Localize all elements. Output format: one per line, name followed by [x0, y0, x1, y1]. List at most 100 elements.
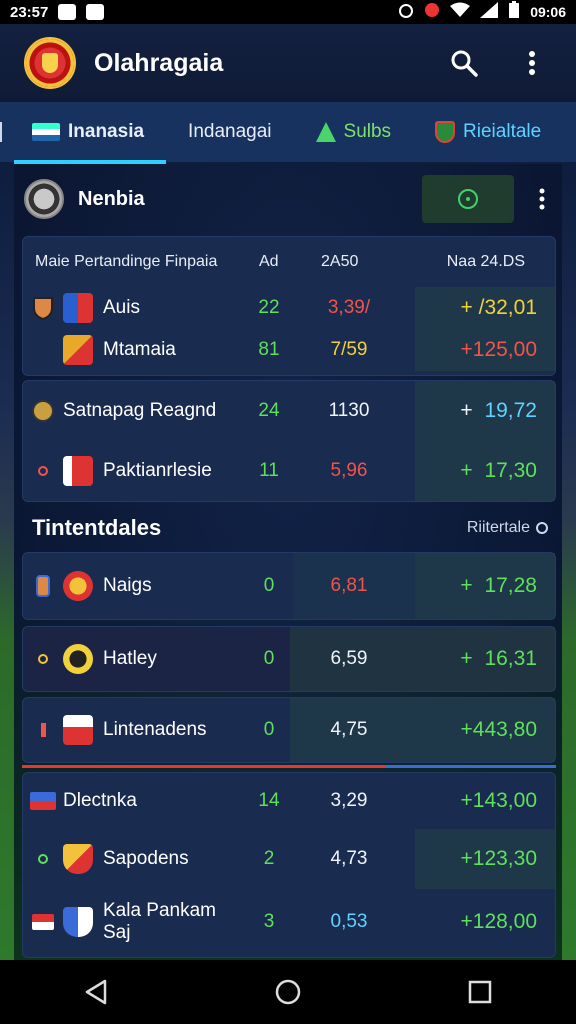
- alarm-icon: [398, 2, 414, 22]
- column-header-1: Ad: [259, 253, 279, 270]
- tab-sulbs[interactable]: Sulbs: [294, 102, 414, 162]
- tab-indanagai[interactable]: Indanagai: [166, 102, 293, 162]
- team-name: Lintenadens: [103, 719, 207, 740]
- row-value-1: 0: [263, 648, 275, 669]
- league-header: Nenbia: [24, 170, 552, 228]
- system-navigation-bar: [0, 960, 576, 1024]
- alert-marker-icon: [40, 723, 46, 737]
- table-row[interactable]: Dlectnka 14 3,29 +143,00: [23, 773, 555, 829]
- team-logo: [63, 456, 93, 486]
- table-row[interactable]: Naigs 0 6,81 + 17,28: [23, 553, 555, 619]
- tab-inanasia[interactable]: Inanasia: [10, 102, 167, 164]
- match-table-4: Dlectnka 14 3,29 +143,00 Sapodens 2 4,73…: [22, 772, 556, 958]
- match-card: Lintenadens 0 4,75 +443,80: [22, 697, 556, 763]
- row-value-2: 6,81: [330, 575, 368, 596]
- league-name: Nenbia: [78, 187, 145, 210]
- flag-icon: [30, 792, 56, 810]
- table-row[interactable]: Sapodens 2 4,73 +123,30: [23, 829, 555, 889]
- tab-label: Rieialtale: [463, 121, 542, 142]
- shield-icon: [435, 121, 456, 143]
- recents-square-icon: [468, 980, 492, 1004]
- league-menu-button[interactable]: [532, 179, 552, 219]
- club-crest-icon: [33, 297, 53, 320]
- match-card: Naigs 0 6,81 + 17,28: [22, 552, 556, 620]
- row-value-3: +125,00: [460, 338, 538, 361]
- row-lead: [23, 792, 63, 810]
- status-dot-icon: [38, 654, 48, 664]
- row-value-3: + 17,28: [460, 574, 537, 597]
- status-time-right: 09:06: [530, 4, 566, 20]
- league-logo: [24, 179, 64, 219]
- live-indicator-icon: [458, 189, 478, 209]
- row-lead: [23, 723, 63, 737]
- app-notification-icon: [424, 2, 440, 22]
- row-lead: [23, 854, 63, 864]
- row-value-2: 5,96: [330, 460, 368, 481]
- stadium-background-right: [562, 160, 576, 962]
- team-name: Dlectnka: [63, 790, 137, 811]
- check-notification-icon: [86, 4, 105, 20]
- row-value-3: + 16,31: [460, 647, 537, 670]
- spade-icon: [315, 122, 336, 142]
- club-crest-icon: [32, 400, 54, 422]
- section-header: Tintentdales Riitertale: [32, 510, 548, 546]
- table-row[interactable]: Paktianrlesie 11 5,96 + 17,30: [23, 441, 555, 501]
- tab-rieialtale[interactable]: Rieialtale: [413, 102, 563, 162]
- table-row[interactable]: Auis 22 3,39/ + /32,01: [23, 287, 555, 329]
- app-logo: [24, 37, 76, 89]
- settings-icon: [536, 522, 548, 534]
- status-dot-icon: [38, 466, 48, 476]
- more-vertical-icon: [539, 188, 545, 210]
- row-value-3: +143,00: [460, 789, 538, 812]
- team-name: Sapodens: [103, 848, 189, 869]
- team-logo: [63, 907, 93, 937]
- row-value-2: 0,53: [330, 911, 368, 932]
- team-logo: [63, 293, 93, 323]
- signal-icon: [480, 2, 499, 22]
- row-lead: [23, 654, 63, 664]
- search-button[interactable]: [444, 43, 484, 83]
- table-row[interactable]: Lintenadens 0 4,75 +443,80: [23, 698, 555, 762]
- match-card: Hatley 0 6,59 + 16,31: [22, 626, 556, 692]
- status-bar: 23:57 09:06: [0, 0, 576, 24]
- nav-recents-button[interactable]: [458, 970, 502, 1014]
- section-divider: [22, 765, 556, 768]
- tab-label: Sulbs: [343, 121, 392, 142]
- row-value-3: +123,30: [460, 847, 538, 870]
- table-header: Maie Pertandinge Finpaia Ad 2A50 Naa 24.…: [23, 237, 555, 287]
- table-row[interactable]: Mtamaia 81 7/59 +125,00: [23, 329, 555, 371]
- live-toggle-button[interactable]: [422, 175, 514, 223]
- table-row[interactable]: Satnapag Reagnd 24 1130 + 19,72: [23, 381, 555, 441]
- nav-back-button[interactable]: [74, 970, 118, 1014]
- team-name: Mtamaia: [103, 339, 176, 360]
- column-header-name: Maie Pertandinge Finpaia: [35, 253, 218, 270]
- more-vertical-icon: [529, 51, 535, 75]
- tab-label: Indanagai: [188, 121, 272, 142]
- row-value-3: + 17,30: [460, 459, 537, 482]
- team-logo: [63, 571, 93, 601]
- team-logo: [63, 335, 93, 365]
- overflow-menu-button[interactable]: [512, 43, 552, 83]
- team-logo: [63, 844, 93, 874]
- team-logo: [63, 644, 93, 674]
- team-logo: [63, 715, 93, 745]
- nav-home-button[interactable]: [266, 970, 310, 1014]
- app-bar: Olahragaia: [0, 24, 576, 102]
- row-value-3: + /32,01: [460, 296, 537, 319]
- table-row[interactable]: Hatley 0 6,59 + 16,31: [23, 627, 555, 691]
- table-row[interactable]: Kala Pankam Saj 3 0,53 +128,00: [23, 889, 555, 955]
- section-filter-link[interactable]: Riitertale: [467, 519, 548, 537]
- team-name: Paktianrlesie: [103, 460, 212, 481]
- team-name: Naigs: [103, 575, 152, 596]
- row-value-2: 1130: [328, 400, 370, 421]
- row-value-3: + 19,72: [460, 399, 537, 422]
- team-name: Kala Pankam Saj: [103, 900, 217, 943]
- notification-icon: [58, 4, 77, 20]
- row-lead: [23, 296, 63, 320]
- tab-scroll-edge: [0, 122, 10, 142]
- row-value-3: +128,00: [460, 910, 538, 933]
- tab-label: Inanasia: [68, 121, 145, 142]
- section-link-label: Riitertale: [466, 519, 530, 536]
- row-lead: [23, 575, 63, 597]
- column-header-3: Naa 24.DS: [446, 253, 525, 270]
